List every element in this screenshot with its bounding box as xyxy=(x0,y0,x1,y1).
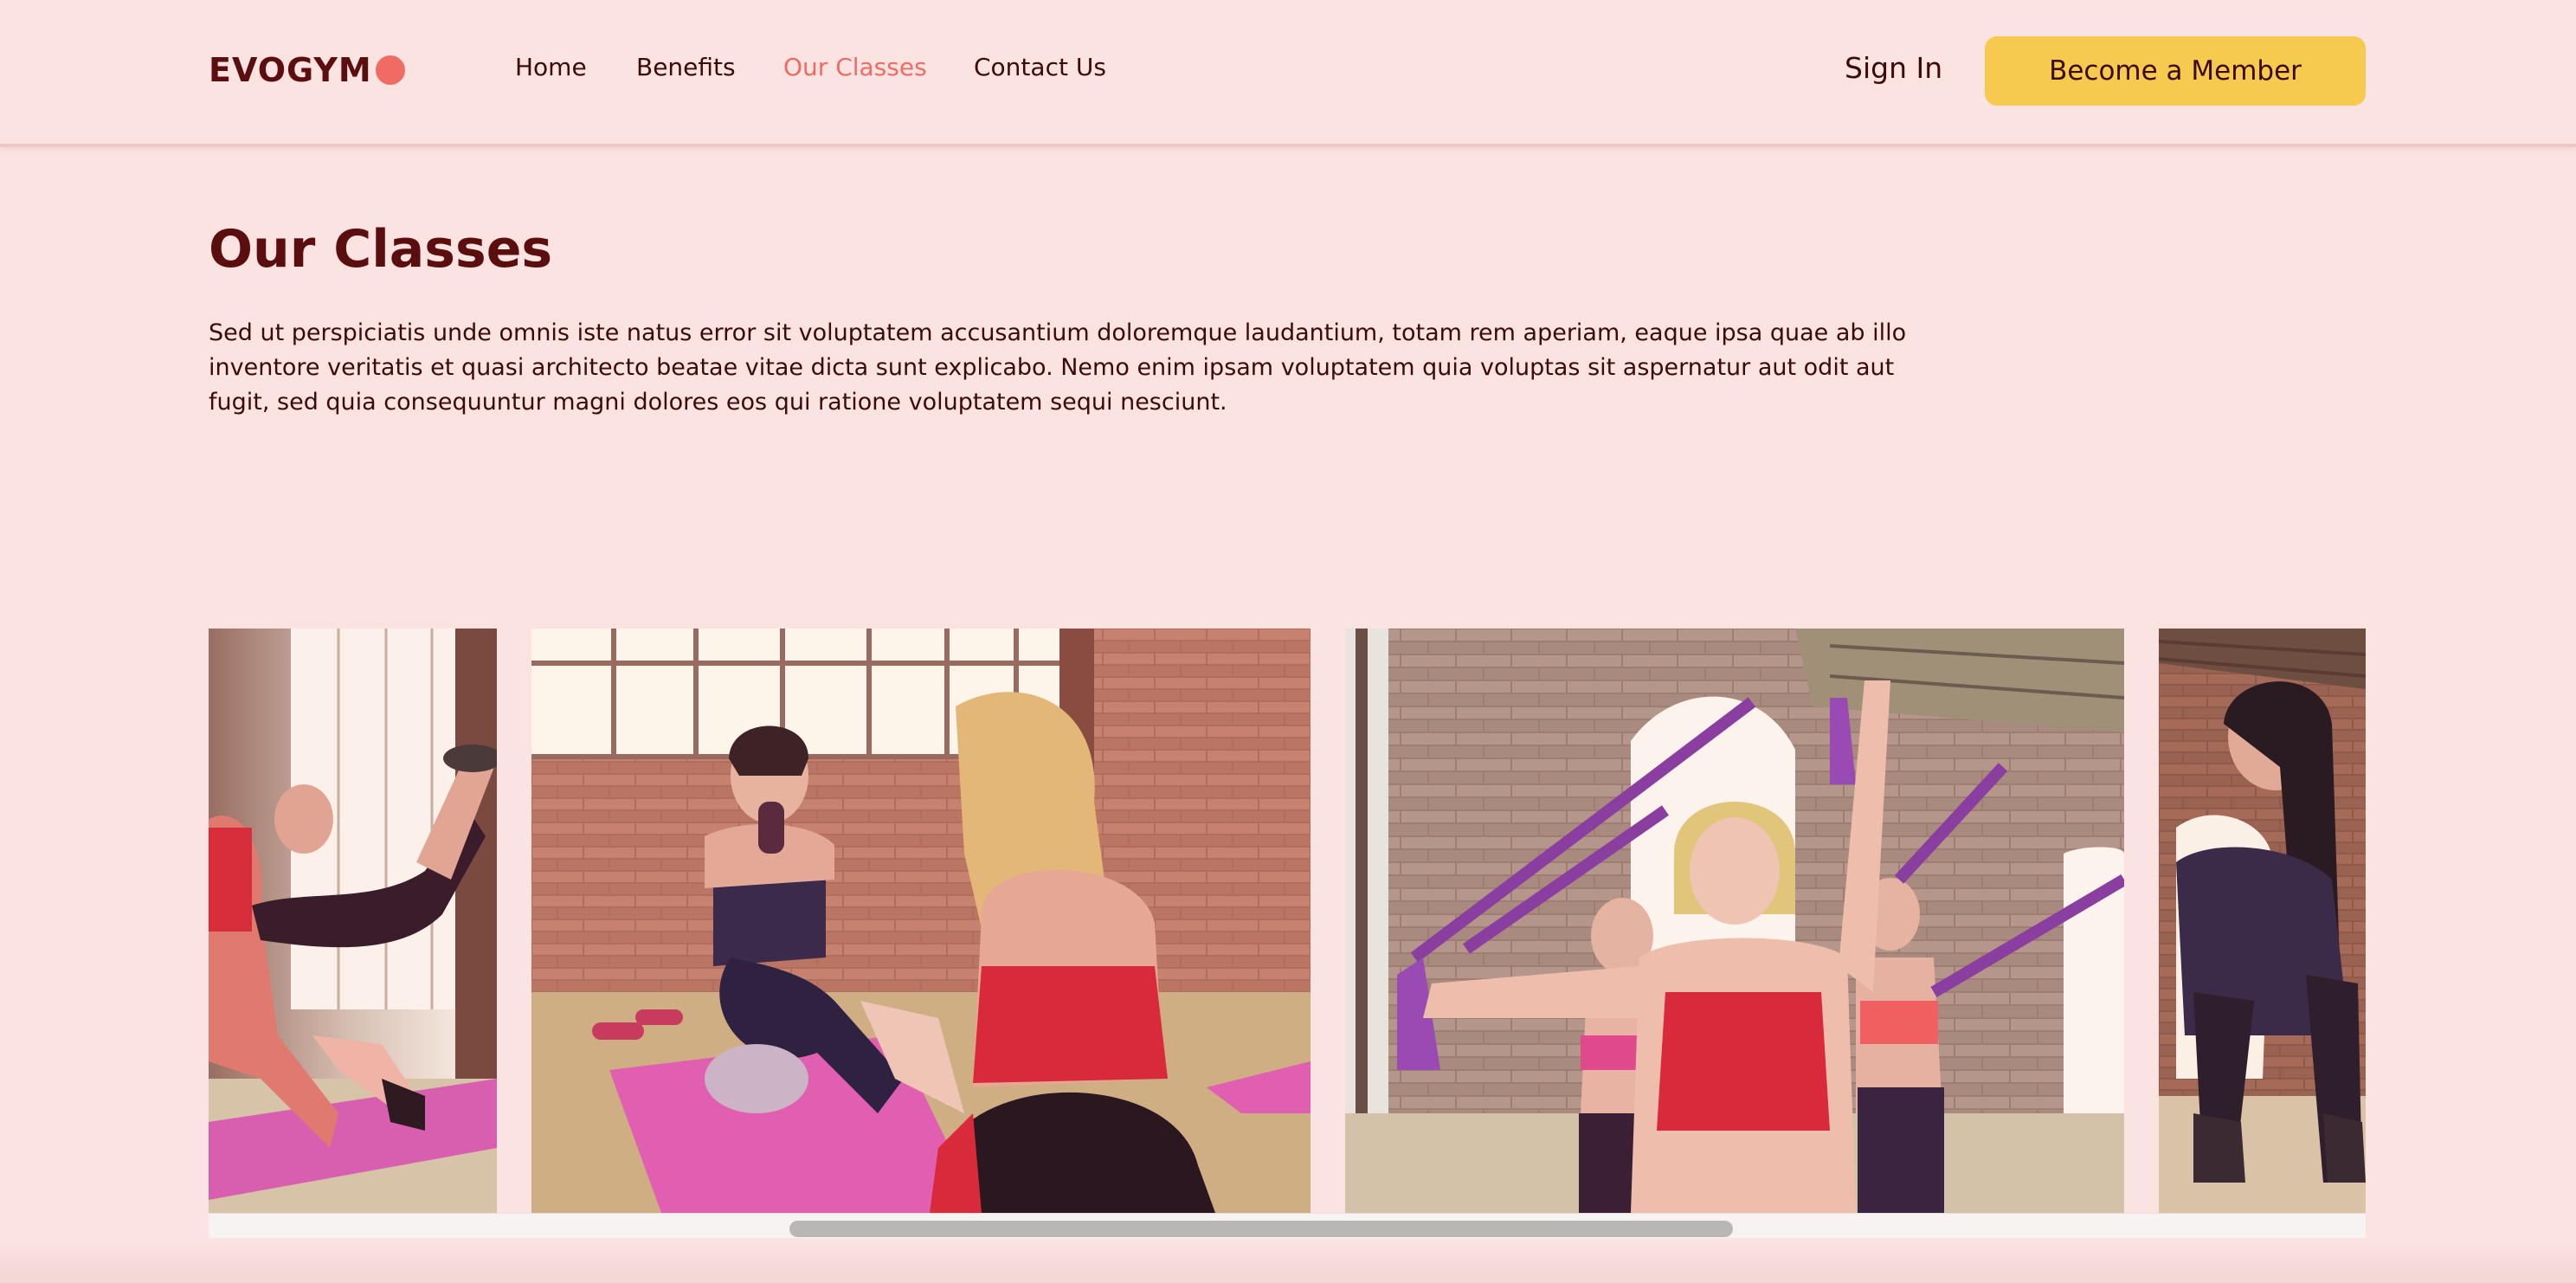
logo-dot-icon xyxy=(375,55,405,85)
logo[interactable]: EVOGYM xyxy=(209,51,405,89)
class-photo-3 xyxy=(1345,629,2124,1213)
class-photo-2-image xyxy=(531,629,1311,1213)
nav-link-our-classes[interactable]: Our Classes xyxy=(783,53,927,81)
class-photo-1-image xyxy=(209,629,497,1213)
sign-in-link[interactable]: Sign In xyxy=(1845,51,1942,85)
logo-text: EVOGYM xyxy=(209,51,372,89)
navbar: EVOGYM Home Benefits Our Classes Contact… xyxy=(0,0,2576,147)
class-photo-4 xyxy=(2159,629,2366,1213)
nav-link-home[interactable]: Home xyxy=(515,53,587,81)
class-photo-3-image xyxy=(1345,629,2124,1213)
nav-link-contact-us[interactable]: Contact Us xyxy=(974,53,1106,81)
class-gallery[interactable] xyxy=(209,629,2366,1238)
page-bottom-edge xyxy=(0,1238,2576,1283)
gallery-scrollbar-thumb[interactable] xyxy=(789,1221,1733,1237)
class-photo-4-image xyxy=(2159,629,2366,1213)
class-photo-1 xyxy=(209,629,497,1213)
class-photo-2 xyxy=(531,629,1311,1213)
become-member-button[interactable]: Become a Member xyxy=(1985,36,2366,106)
page-title: Our Classes xyxy=(209,219,553,280)
nav-link-benefits[interactable]: Benefits xyxy=(636,53,736,81)
intro-paragraph: Sed ut perspiciatis unde omnis iste natu… xyxy=(209,319,1907,416)
